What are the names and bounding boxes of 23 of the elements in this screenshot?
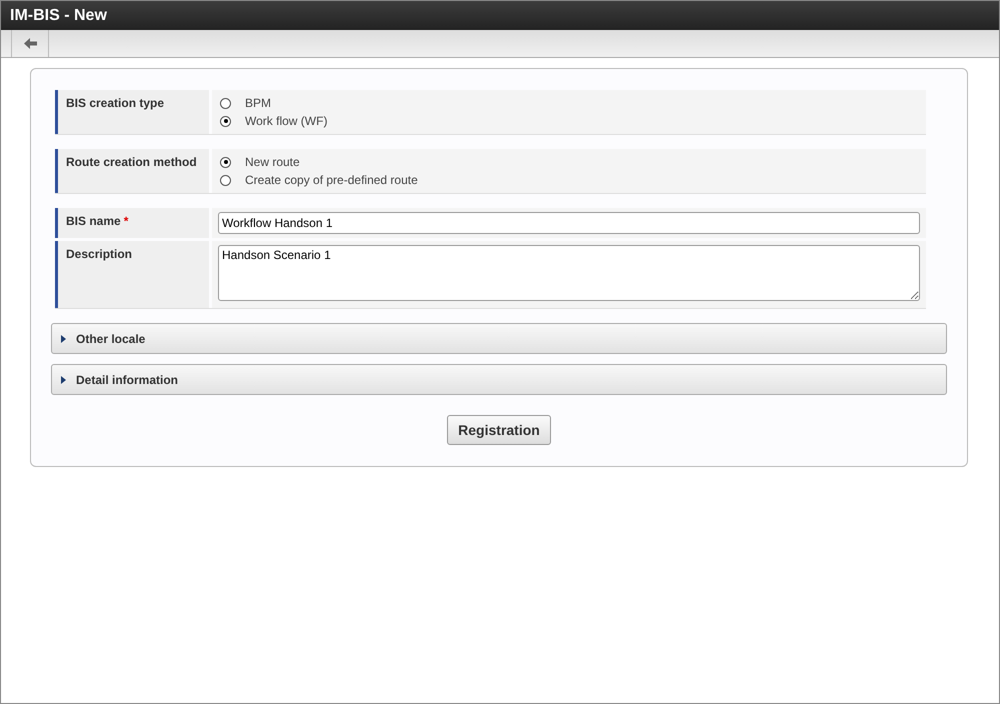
field-label: BIS creation type (55, 90, 209, 134)
required-mark: * (124, 214, 128, 228)
caret-icon (61, 376, 66, 384)
field-label: BIS name * (55, 208, 209, 238)
field-label: Route creation method (55, 149, 209, 193)
radio-label[interactable]: Work flow (WF) (245, 114, 328, 128)
textarea-field[interactable]: Handson Scenario 1 (218, 245, 920, 301)
collapsible-section-header[interactable]: Detail information (51, 364, 947, 395)
window-title: IM-BIS - New (1, 1, 999, 30)
back-button[interactable] (11, 30, 49, 57)
radio-button[interactable] (220, 174, 231, 186)
radio-button[interactable] (220, 98, 231, 108)
back-arrow-icon (24, 38, 36, 49)
text-input-field[interactable]: Workflow Handson 1 (218, 212, 920, 234)
radio-button[interactable] (220, 156, 231, 168)
field-label: Description (55, 241, 209, 308)
radio-button[interactable] (220, 116, 231, 126)
registration-button[interactable]: Registration (447, 415, 551, 445)
collapsible-section-header[interactable]: Other locale (51, 323, 947, 354)
radio-label[interactable]: New route (245, 155, 300, 169)
radio-label[interactable]: Create copy of pre-defined route (245, 173, 418, 187)
caret-icon (61, 334, 66, 342)
radio-label[interactable]: BPM (245, 96, 272, 110)
